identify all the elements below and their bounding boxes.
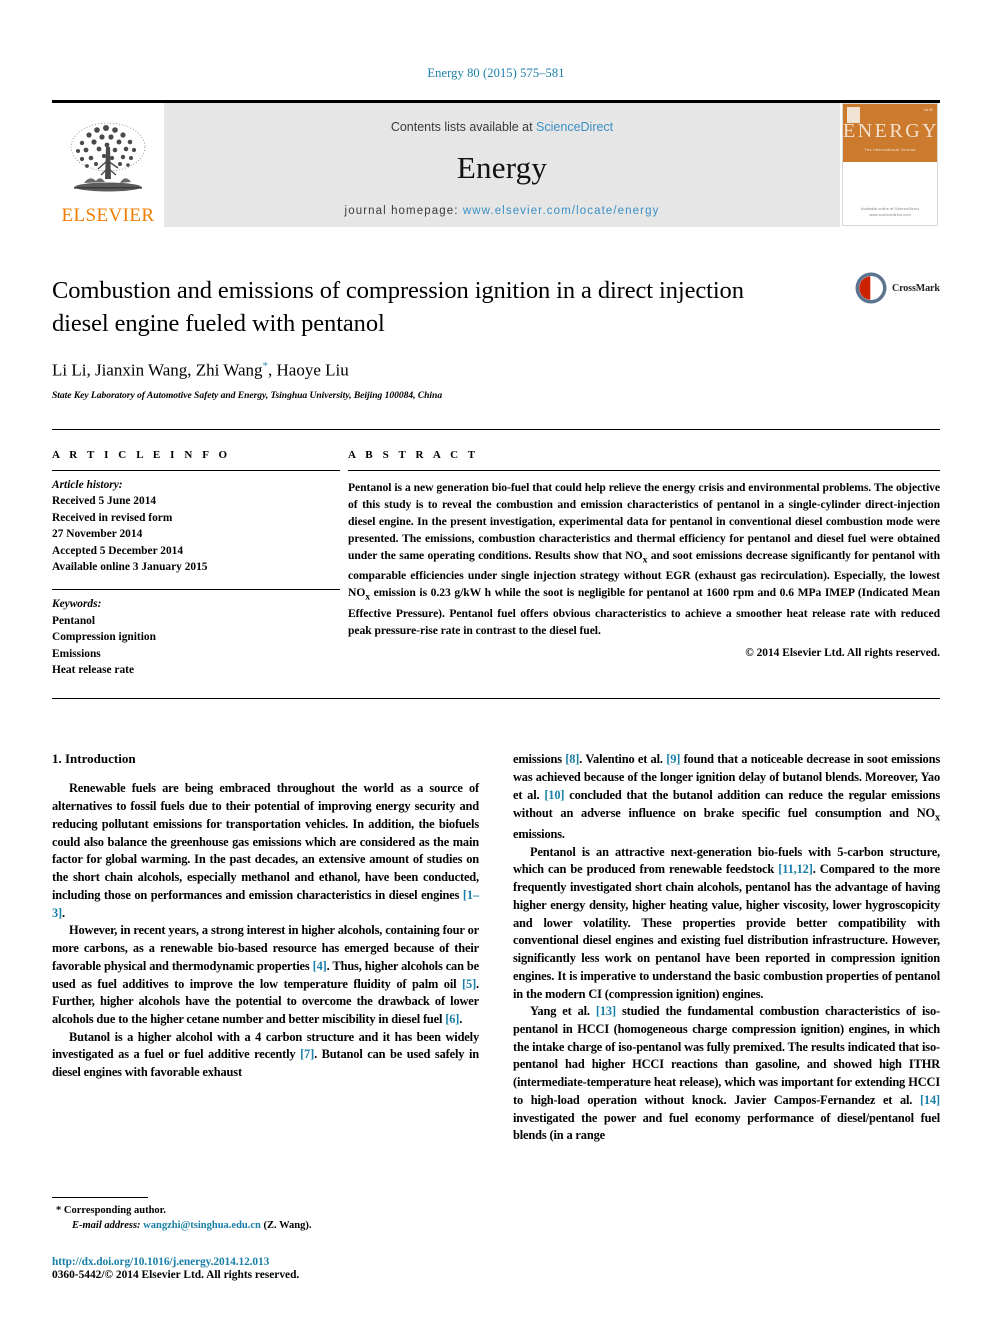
section-heading-introduction: 1. Introduction bbox=[52, 751, 136, 767]
cover-issue-label: Vol 80 bbox=[923, 108, 933, 112]
email-link[interactable]: wangzhi@tsinghua.edu.cn bbox=[143, 1220, 261, 1231]
cover-subtitle: The International Journal bbox=[864, 147, 916, 152]
article-page: Energy 80 (2015) 575–581 ELSEVIER Conten… bbox=[0, 0, 992, 1323]
doi-link[interactable]: http://dx.doi.org/10.1016/j.energy.2014.… bbox=[52, 1256, 479, 1268]
keyword-item: Compression ignition bbox=[52, 631, 156, 644]
masthead-band: Contents lists available at ScienceDirec… bbox=[164, 103, 840, 227]
paragraph: Pentanol is an attractive next-generatio… bbox=[513, 844, 940, 1001]
abstract-heading: A B S T R A C T bbox=[348, 448, 479, 461]
contents-prefix: Contents lists available at bbox=[390, 119, 537, 134]
elsevier-wordmark: ELSEVIER bbox=[61, 205, 155, 226]
journal-title: Energy bbox=[456, 149, 548, 185]
keyword-item: Heat release rate bbox=[52, 664, 135, 677]
cover-bottom-panel: Available online at ScienceDirect www.sc… bbox=[843, 162, 937, 225]
journal-masthead: ELSEVIER Contents lists available at Sci… bbox=[52, 100, 940, 227]
history-item: Received 5 June 2014 bbox=[52, 495, 157, 508]
article-history-label: Article history: bbox=[52, 478, 123, 491]
issn-copyright-line: 0360-5442/© 2014 Elsevier Ltd. All right… bbox=[52, 1269, 300, 1281]
cover-title: ENERGY bbox=[843, 120, 938, 142]
section-divider bbox=[52, 698, 940, 700]
homepage-label: journal homepage: bbox=[344, 204, 463, 217]
publisher-logo: ELSEVIER bbox=[52, 103, 164, 227]
history-item: Accepted 5 December 2014 bbox=[52, 544, 184, 557]
page-title: Combustion and emissions of compression … bbox=[52, 277, 744, 337]
crossmark-label: CrossMark bbox=[892, 282, 940, 294]
asterisk-icon: * bbox=[56, 1204, 62, 1216]
title-block: CrossMark Combustion and emissions of co… bbox=[52, 272, 940, 401]
paragraph: Renewable fuels are being embraced throu… bbox=[52, 781, 479, 920]
body-left-column: 1. Introduction Renewable fuels are bein… bbox=[52, 751, 479, 1145]
cover-image: Vol 80 ENERGY The International Journal … bbox=[842, 103, 938, 226]
affiliation: State Key Laboratory of Automotive Safet… bbox=[52, 389, 443, 401]
email-note: E-mail address: wangzhi@tsinghua.edu.cn … bbox=[52, 1218, 479, 1234]
contents-lists-line: Contents lists available at ScienceDirec… bbox=[391, 120, 613, 134]
abstract-text: Pentanol is a new generation bio-fuel th… bbox=[348, 480, 940, 638]
article-info-column: A R T I C L E I N F O Article history: R… bbox=[52, 449, 340, 679]
corresponding-author-label: Corresponding author. bbox=[63, 1204, 166, 1216]
keyword-item: Emissions bbox=[52, 647, 101, 660]
doi-block: http://dx.doi.org/10.1016/j.energy.2014.… bbox=[52, 1256, 479, 1281]
abstract-column: A B S T R A C T Pentanol is a new genera… bbox=[340, 449, 940, 679]
sciencedirect-link[interactable]: ScienceDirect bbox=[536, 120, 613, 134]
crossmark-icon bbox=[855, 272, 887, 304]
journal-cover-thumbnail[interactable]: Vol 80 ENERGY The International Journal … bbox=[840, 103, 940, 227]
info-abstract-section: A R T I C L E I N F O Article history: R… bbox=[52, 428, 940, 679]
paragraph: Yang et al. [13] studied the fundamental… bbox=[513, 1004, 940, 1143]
history-item: Available online 3 January 2015 bbox=[52, 560, 208, 573]
authors-main: Li Li, Jianxin Wang, Zhi Wang bbox=[52, 360, 263, 380]
article-history-group: Article history: Received 5 June 2014 Re… bbox=[52, 471, 340, 576]
keywords-group: Keywords: Pentanol Compression ignition … bbox=[52, 589, 340, 678]
corresponding-author-note: * Corresponding author. bbox=[52, 1203, 479, 1219]
body-right-column: emissions [8]. Valentino et al. [9] foun… bbox=[513, 751, 940, 1145]
abstract-copyright: © 2014 Elsevier Ltd. All rights reserved… bbox=[745, 647, 940, 660]
author-list: Li Li, Jianxin Wang, Zhi Wang*, Haoye Li… bbox=[52, 360, 940, 381]
journal-homepage-link[interactable]: www.elsevier.com/locate/energy bbox=[463, 205, 660, 217]
email-label: E-mail address: bbox=[72, 1220, 141, 1232]
elsevier-tree-icon bbox=[70, 122, 146, 192]
cover-footer-text: Available online at ScienceDirect www.sc… bbox=[860, 206, 920, 217]
journal-homepage-line: journal homepage: www.elsevier.com/locat… bbox=[345, 205, 660, 217]
body-columns: 1. Introduction Renewable fuels are bein… bbox=[52, 751, 940, 1145]
article-info-heading: A R T I C L E I N F O bbox=[52, 448, 231, 461]
footnote-rule bbox=[52, 1196, 148, 1198]
crossmark-badge[interactable]: CrossMark bbox=[854, 267, 940, 309]
cover-top-panel: Vol 80 ENERGY The International Journal bbox=[843, 104, 937, 162]
footnote-area: * Corresponding author. E-mail address: … bbox=[52, 1196, 479, 1281]
history-item: Received in revised form bbox=[52, 511, 173, 524]
running-head: Energy 80 (2015) 575–581 bbox=[427, 66, 565, 80]
email-suffix: (Z. Wang). bbox=[263, 1220, 312, 1232]
keyword-item: Pentanol bbox=[52, 614, 96, 627]
authors-tail: , Haoye Liu bbox=[268, 360, 349, 380]
keywords-label: Keywords: bbox=[52, 598, 102, 611]
paragraph: Butanol is a higher alcohol with a 4 car… bbox=[52, 1029, 479, 1080]
paragraph: emissions [8]. Valentino et al. [9] foun… bbox=[513, 752, 940, 841]
history-item: 27 November 2014 bbox=[52, 528, 143, 541]
paragraph: However, in recent years, a strong inter… bbox=[52, 923, 479, 1026]
